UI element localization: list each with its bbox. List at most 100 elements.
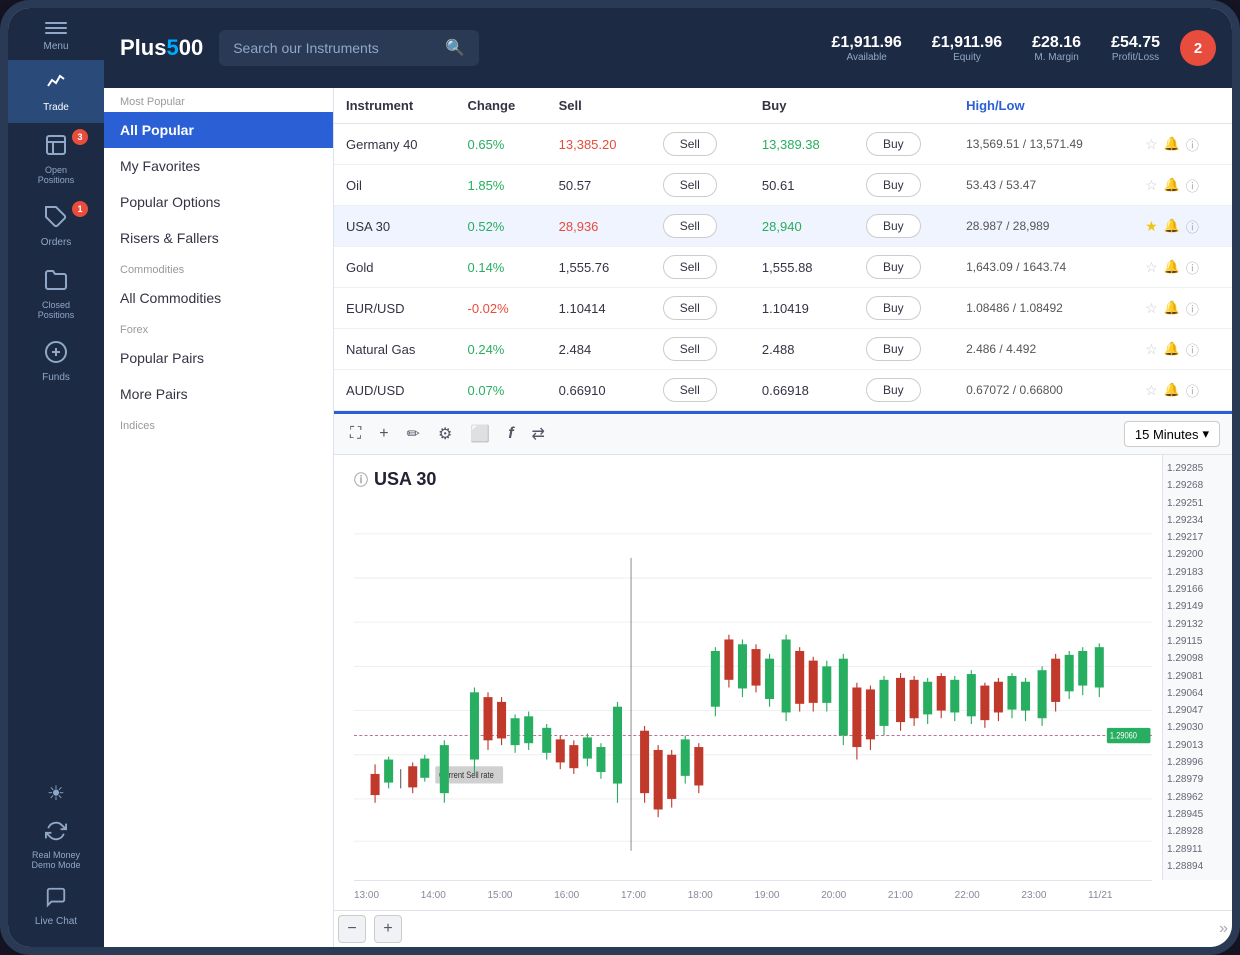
- row-actions: ☆ 🔔 ⓘ: [1145, 340, 1220, 359]
- nav-item-live-chat[interactable]: Live Chat: [8, 876, 104, 937]
- time-label: 18:00: [688, 890, 713, 901]
- cell-high-low: 28.987 / 28,989: [954, 206, 1133, 247]
- cell-buy-btn[interactable]: Buy: [854, 370, 954, 411]
- sell-button[interactable]: Sell: [663, 378, 717, 402]
- star-icon[interactable]: ★: [1145, 218, 1158, 235]
- star-icon[interactable]: ☆: [1145, 259, 1158, 276]
- cell-buy-btn[interactable]: Buy: [854, 124, 954, 165]
- chart-crosshair-btn[interactable]: +: [375, 421, 392, 447]
- chart-compare-btn[interactable]: ⬜: [466, 420, 494, 448]
- bell-icon[interactable]: 🔔: [1164, 259, 1180, 275]
- col-instrument: Instrument: [334, 88, 456, 124]
- table-row[interactable]: Oil 1.85% 50.57 Sell 50.61 Buy 53.43 / 5…: [334, 165, 1232, 206]
- star-icon[interactable]: ☆: [1145, 136, 1158, 153]
- logo: Plus500: [120, 35, 203, 61]
- table-row[interactable]: Germany 40 0.65% 13,385.20 Sell 13,389.3…: [334, 124, 1232, 165]
- nav-item-trade[interactable]: Trade: [8, 60, 104, 123]
- bell-icon[interactable]: 🔔: [1164, 177, 1180, 193]
- cell-sell-btn[interactable]: Sell: [651, 247, 750, 288]
- cell-buy-btn[interactable]: Buy: [854, 165, 954, 206]
- table-row[interactable]: USA 30 0.52% 28,936 Sell 28,940 Buy 28.9…: [334, 206, 1232, 247]
- cell-sell-btn[interactable]: Sell: [651, 370, 750, 411]
- buy-button[interactable]: Buy: [866, 378, 921, 402]
- cell-buy-btn[interactable]: Buy: [854, 288, 954, 329]
- nav-item-orders[interactable]: 1 Orders: [8, 195, 104, 258]
- bell-icon[interactable]: 🔔: [1164, 382, 1180, 398]
- bell-icon[interactable]: 🔔: [1164, 300, 1180, 316]
- cell-sell-btn[interactable]: Sell: [651, 206, 750, 247]
- stat-profit-loss-value: £54.75: [1111, 34, 1160, 52]
- nav-item-closed-positions[interactable]: ClosedPositions: [8, 258, 104, 330]
- chart-draw-btn[interactable]: ✏: [403, 420, 424, 448]
- cell-buy: 28,940: [750, 206, 854, 247]
- bell-icon[interactable]: 🔔: [1164, 136, 1180, 152]
- sidebar-item-popular-options[interactable]: Popular Options: [104, 184, 333, 220]
- bell-icon[interactable]: 🔔: [1164, 341, 1180, 357]
- cell-sell: 2.484: [547, 329, 651, 370]
- star-icon[interactable]: ☆: [1145, 177, 1158, 194]
- sell-button[interactable]: Sell: [663, 173, 717, 197]
- cell-buy: 1.10419: [750, 288, 854, 329]
- table-row[interactable]: EUR/USD -0.02% 1.10414 Sell 1.10419 Buy …: [334, 288, 1232, 329]
- table-row[interactable]: Gold 0.14% 1,555.76 Sell 1,555.88 Buy 1,…: [334, 247, 1232, 288]
- sidebar-item-risers-fallers[interactable]: Risers & Fallers: [104, 220, 333, 256]
- info-icon[interactable]: ⓘ: [1186, 135, 1199, 154]
- sidebar-item-more-pairs[interactable]: More Pairs: [104, 376, 333, 412]
- chart-expand-btn[interactable]: ⛶: [346, 421, 365, 447]
- time-selector[interactable]: 15 Minutes ▾: [1124, 421, 1220, 447]
- cell-sell-btn[interactable]: Sell: [651, 165, 750, 206]
- star-icon[interactable]: ☆: [1145, 382, 1158, 399]
- sell-button[interactable]: Sell: [663, 132, 717, 156]
- sidebar-item-my-favorites[interactable]: My Favorites: [104, 148, 333, 184]
- info-icon[interactable]: ⓘ: [1186, 176, 1199, 195]
- info-icon[interactable]: ⓘ: [1186, 340, 1199, 359]
- search-input[interactable]: [233, 40, 437, 56]
- bell-icon[interactable]: 🔔: [1164, 218, 1180, 234]
- chart-settings-btn[interactable]: ⚙: [434, 420, 456, 448]
- chart-zoom-out-btn[interactable]: −: [338, 915, 366, 943]
- table-row[interactable]: AUD/USD 0.07% 0.66910 Sell 0.66918 Buy 0…: [334, 370, 1232, 411]
- sidebar-item-all-popular[interactable]: All Popular: [104, 112, 333, 148]
- table-row[interactable]: Natural Gas 0.24% 2.484 Sell 2.488 Buy 2…: [334, 329, 1232, 370]
- chart-zoom-in-btn[interactable]: +: [374, 915, 402, 943]
- notification-button[interactable]: 2: [1180, 30, 1216, 66]
- cell-sell-btn[interactable]: Sell: [651, 288, 750, 329]
- info-icon[interactable]: ⓘ: [1186, 217, 1199, 236]
- chart-fullscreen-btn[interactable]: »: [1219, 920, 1228, 938]
- cell-row-actions: ☆ 🔔 ⓘ: [1133, 165, 1232, 206]
- info-icon[interactable]: ⓘ: [1186, 258, 1199, 277]
- real-money-icon: [45, 820, 67, 846]
- chart-trading-btn[interactable]: ⇄: [528, 420, 549, 448]
- buy-button[interactable]: Buy: [866, 173, 921, 197]
- menu-button[interactable]: Menu: [8, 8, 104, 60]
- nav-item-open-positions[interactable]: 3 OpenPositions: [8, 123, 104, 195]
- price-level: 1.28928: [1167, 826, 1228, 837]
- nav-item-theme[interactable]: ☀: [8, 774, 104, 814]
- buy-button[interactable]: Buy: [866, 132, 921, 156]
- nav-item-real-money[interactable]: Real MoneyDemo Mode: [8, 814, 104, 876]
- buy-button[interactable]: Buy: [866, 296, 921, 320]
- price-level: 1.29132: [1167, 619, 1228, 630]
- star-icon[interactable]: ☆: [1145, 341, 1158, 358]
- cell-buy-btn[interactable]: Buy: [854, 247, 954, 288]
- cell-buy-btn[interactable]: Buy: [854, 206, 954, 247]
- sell-button[interactable]: Sell: [663, 337, 717, 361]
- price-level: 1.29234: [1167, 515, 1228, 526]
- buy-button[interactable]: Buy: [866, 214, 921, 238]
- buy-button[interactable]: Buy: [866, 255, 921, 279]
- sell-button[interactable]: Sell: [663, 214, 717, 238]
- sidebar-item-all-commodities[interactable]: All Commodities: [104, 280, 333, 316]
- nav-item-funds[interactable]: Funds: [8, 330, 104, 393]
- info-icon[interactable]: ⓘ: [1186, 299, 1199, 318]
- cell-buy-btn[interactable]: Buy: [854, 329, 954, 370]
- search-bar[interactable]: 🔍: [219, 30, 479, 66]
- sell-button[interactable]: Sell: [663, 255, 717, 279]
- buy-button[interactable]: Buy: [866, 337, 921, 361]
- sidebar-item-popular-pairs[interactable]: Popular Pairs: [104, 340, 333, 376]
- cell-sell-btn[interactable]: Sell: [651, 124, 750, 165]
- star-icon[interactable]: ☆: [1145, 300, 1158, 317]
- chart-indicator-btn[interactable]: f: [504, 421, 517, 447]
- cell-sell-btn[interactable]: Sell: [651, 329, 750, 370]
- info-icon[interactable]: ⓘ: [1186, 381, 1199, 400]
- sell-button[interactable]: Sell: [663, 296, 717, 320]
